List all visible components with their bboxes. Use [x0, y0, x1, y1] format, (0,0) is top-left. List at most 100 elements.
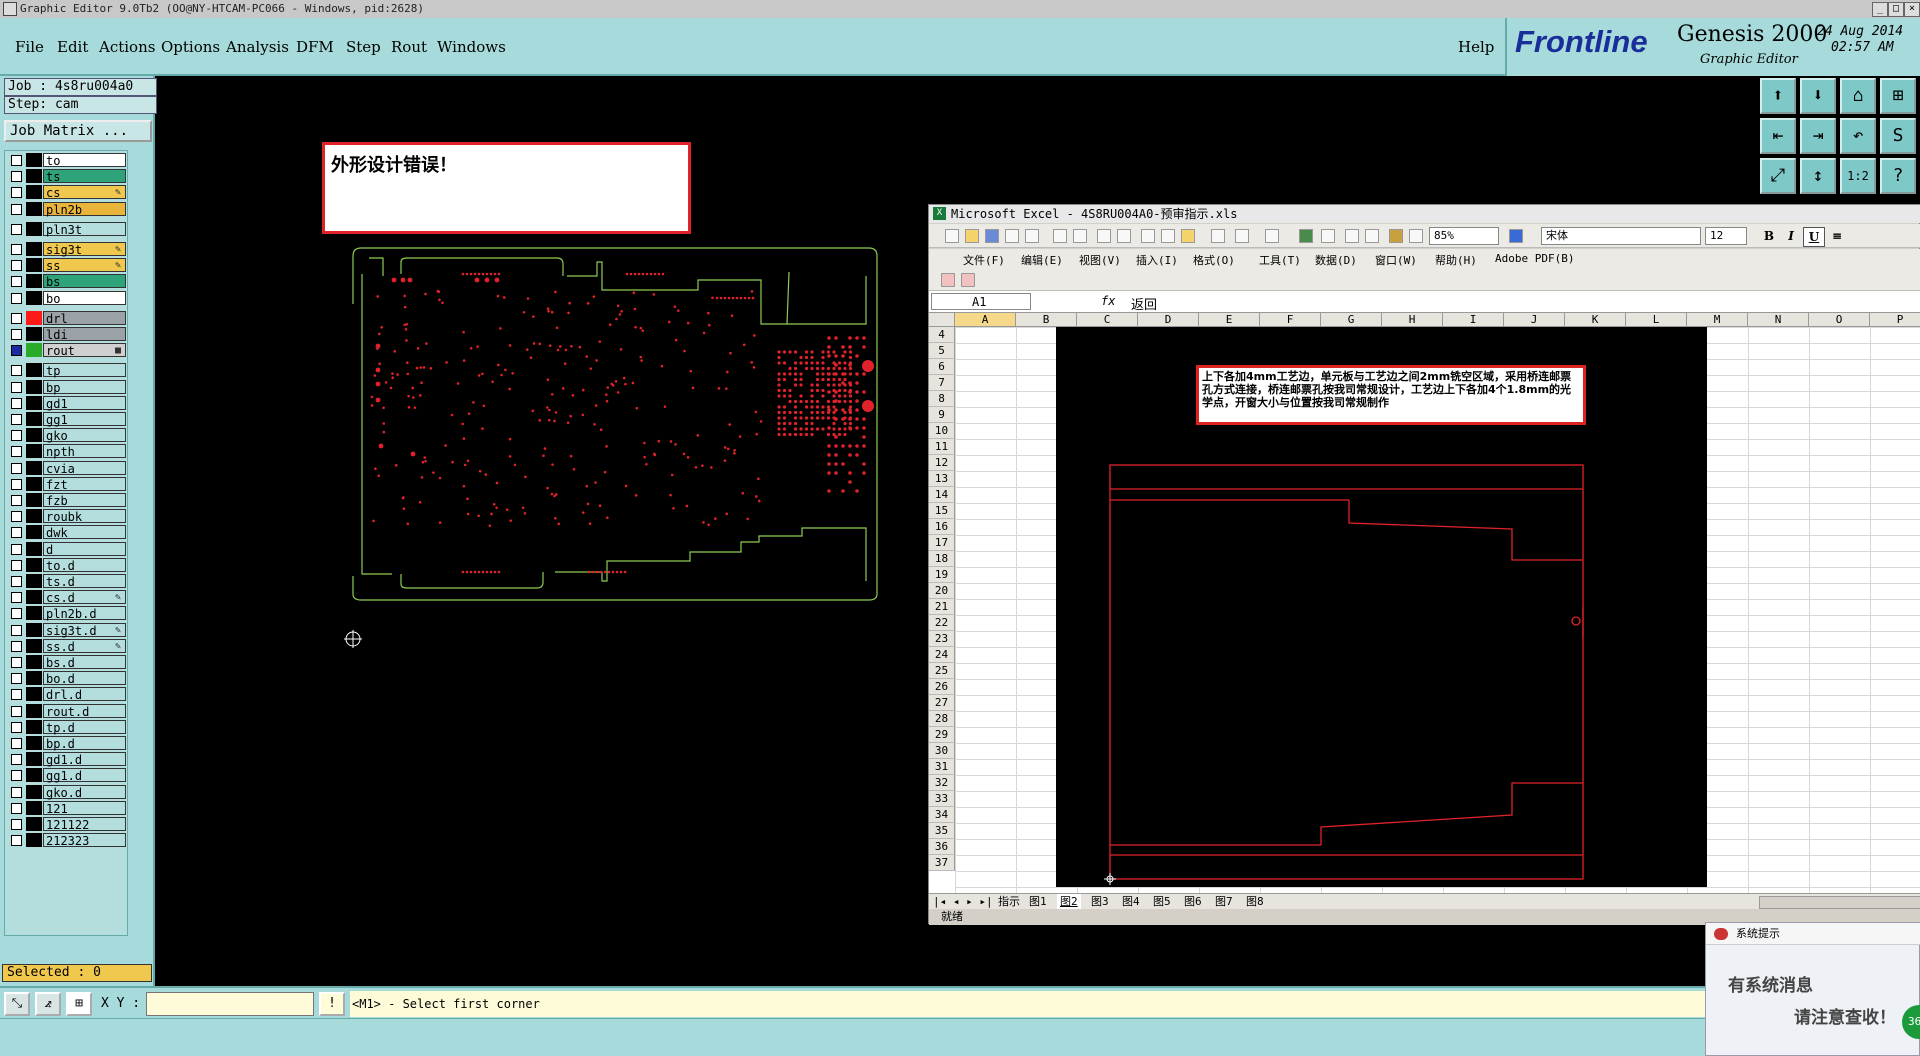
layer-row[interactable]: bs.d: [5, 655, 129, 670]
layer-checkbox[interactable]: [11, 559, 22, 571]
layer-color-swatch[interactable]: [26, 509, 42, 524]
underline-button[interactable]: U: [1803, 227, 1825, 247]
column-header[interactable]: K: [1565, 313, 1626, 327]
layer-name[interactable]: gg1.d: [43, 768, 126, 783]
layer-name[interactable]: ts: [43, 169, 126, 184]
row-header[interactable]: 36: [929, 839, 955, 855]
layer-checkbox[interactable]: [11, 754, 22, 766]
layer-color-swatch[interactable]: [26, 800, 42, 815]
layer-name[interactable]: roubk: [43, 509, 126, 524]
layer-color-swatch[interactable]: [26, 655, 42, 669]
permission-icon[interactable]: [1005, 229, 1019, 243]
font-name-select[interactable]: 宋体: [1541, 227, 1701, 245]
layer-checkbox[interactable]: [11, 397, 22, 409]
layer-name[interactable]: pln2b.d: [43, 606, 126, 621]
layer-row[interactable]: sig3t.d ✎: [5, 622, 129, 638]
maximize-icon[interactable]: □: [1888, 2, 1904, 17]
layer-checkbox[interactable]: [11, 312, 22, 324]
layer-color-swatch[interactable]: [26, 185, 42, 200]
menu-actions[interactable]: Actions: [99, 38, 155, 56]
save-icon[interactable]: [985, 229, 999, 243]
layer-row[interactable]: gg1: [5, 412, 129, 427]
row-header[interactable]: 13: [929, 471, 955, 487]
row-header[interactable]: 8: [929, 391, 955, 407]
layer-color-swatch[interactable]: [26, 363, 42, 378]
column-header[interactable]: I: [1443, 313, 1504, 327]
sheet-tab[interactable]: 指示: [995, 894, 1023, 909]
name-box[interactable]: A1: [931, 293, 1031, 310]
row-header[interactable]: 6: [929, 359, 955, 375]
research-icon[interactable]: [1117, 229, 1131, 243]
convert-pdf-email-icon[interactable]: [961, 273, 975, 287]
layer-row[interactable]: to.d: [5, 557, 129, 573]
layer-name[interactable]: to.d: [43, 557, 126, 573]
layer-checkbox[interactable]: [11, 495, 22, 506]
horizontal-scrollbar[interactable]: [1759, 896, 1920, 909]
layer-checkbox[interactable]: [11, 223, 22, 235]
bold-button[interactable]: B: [1759, 227, 1779, 245]
layer-name[interactable]: gd1: [43, 395, 126, 411]
sheet-tab[interactable]: 图4: [1119, 894, 1143, 909]
layer-checkbox[interactable]: [11, 819, 22, 830]
layer-name[interactable]: pln3t: [43, 221, 126, 237]
tool-right-icon[interactable]: ⇥: [1800, 118, 1836, 154]
layer-row[interactable]: bp: [5, 379, 129, 395]
layer-name[interactable]: 121122: [43, 817, 126, 832]
layer-name[interactable]: sig3t.d ✎: [43, 622, 126, 638]
excel-menu-item[interactable]: 视图(V): [1079, 252, 1121, 268]
layer-name[interactable]: gd1.d: [43, 752, 126, 767]
row-header[interactable]: 22: [929, 615, 955, 631]
layer-checkbox[interactable]: [11, 689, 22, 701]
layer-name[interactable]: cs.d ✎: [43, 590, 126, 605]
layer-name[interactable]: fzb: [43, 493, 126, 508]
menu-help[interactable]: Help: [1458, 38, 1494, 56]
sheet-tab[interactable]: 图8: [1243, 894, 1267, 909]
layer-row[interactable]: gg1.d: [5, 768, 129, 783]
sort-ascending-icon[interactable]: [1345, 229, 1359, 243]
layer-row[interactable]: gd1: [5, 395, 129, 411]
tool-vertical-icon[interactable]: ↕: [1800, 158, 1836, 194]
layer-checkbox[interactable]: [11, 414, 22, 425]
layer-name[interactable]: gg1: [43, 412, 126, 427]
cut-icon[interactable]: [1141, 229, 1155, 243]
layer-checkbox[interactable]: [11, 511, 22, 523]
column-header[interactable]: O: [1809, 313, 1870, 327]
layer-color-swatch[interactable]: [26, 606, 42, 621]
new-file-icon[interactable]: [945, 229, 959, 243]
layer-checkbox[interactable]: [11, 673, 22, 685]
zoom-window-icon[interactable]: ⤡: [4, 992, 30, 1016]
drawing-icon[interactable]: [1409, 229, 1423, 243]
layer-row[interactable]: drl.d: [5, 687, 129, 702]
sheet-tab[interactable]: 图1: [1026, 894, 1050, 909]
copy-icon[interactable]: [1161, 229, 1175, 243]
layer-row[interactable]: npth: [5, 444, 129, 459]
column-header[interactable]: F: [1260, 313, 1321, 327]
row-header[interactable]: 11: [929, 439, 955, 455]
column-header[interactable]: N: [1748, 313, 1809, 327]
row-header[interactable]: 23: [929, 631, 955, 647]
sheet-tab[interactable]: 图3: [1088, 894, 1112, 909]
layer-name[interactable]: sig3t ✎: [43, 242, 126, 257]
layer-name[interactable]: rout ■: [43, 343, 126, 358]
layer-checkbox[interactable]: [11, 705, 22, 717]
layer-row[interactable]: bs: [5, 274, 129, 289]
layer-checkbox[interactable]: [11, 462, 22, 474]
italic-button[interactable]: I: [1781, 227, 1801, 245]
layer-checkbox[interactable]: [11, 802, 22, 814]
layer-color-swatch[interactable]: [26, 395, 42, 410]
row-header[interactable]: 4: [929, 327, 955, 343]
layer-checkbox[interactable]: [11, 345, 22, 357]
layer-color-swatch[interactable]: [26, 310, 42, 325]
layer-color-swatch[interactable]: [26, 153, 42, 167]
layer-checkbox[interactable]: [11, 365, 22, 377]
column-header[interactable]: J: [1504, 313, 1565, 327]
layer-row[interactable]: rout.d: [5, 703, 129, 719]
layer-row[interactable]: gko.d: [5, 784, 129, 800]
spreadsheet-grid[interactable]: 上下各加4mm工艺边，单元板与工艺边之间2mm铣空区域，采用桥连邮票孔方式连接，…: [929, 313, 1920, 893]
layer-color-swatch[interactable]: [26, 274, 42, 289]
excel-menu-item[interactable]: 工具(T): [1259, 252, 1301, 268]
layer-checkbox[interactable]: [11, 171, 22, 183]
layer-row[interactable]: sig3t ✎: [5, 242, 129, 257]
layer-row[interactable]: tp: [5, 363, 129, 378]
print-preview-icon[interactable]: [1073, 229, 1087, 243]
